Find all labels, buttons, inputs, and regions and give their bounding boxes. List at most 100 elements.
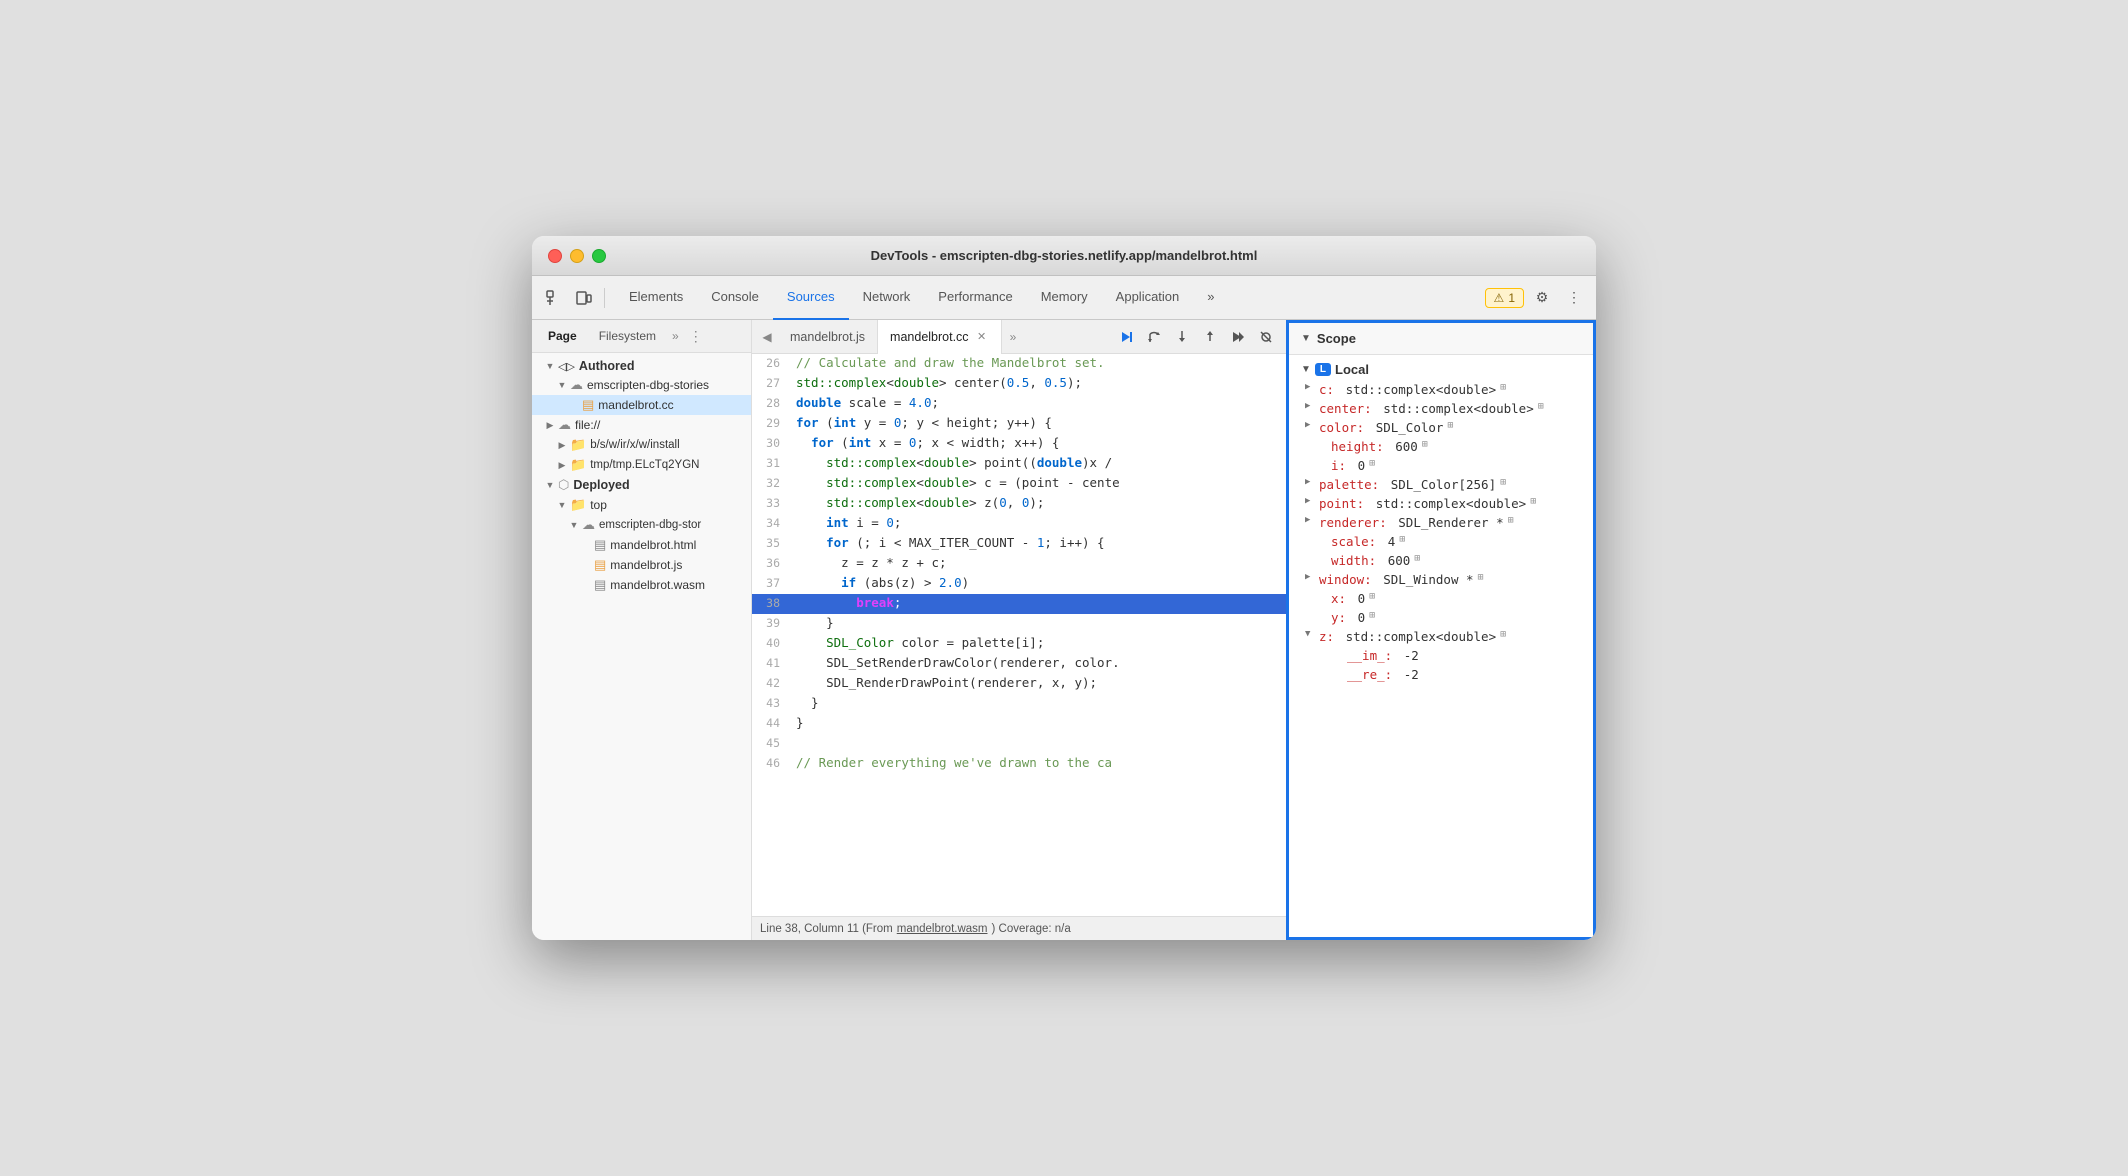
- file-mandelbrot-cc[interactable]: ▤ mandelbrot.cc: [532, 395, 751, 415]
- code-line-41: 41 SDL_SetRenderDrawColor(renderer, colo…: [752, 654, 1286, 674]
- authored-label: Authored: [579, 359, 635, 373]
- step-into-button[interactable]: [1170, 325, 1194, 349]
- code-tab-bar: ◀ mandelbrot.js mandelbrot.cc ✕ »: [752, 320, 1286, 354]
- tab-performance[interactable]: Performance: [924, 276, 1026, 320]
- step-button[interactable]: [1226, 325, 1250, 349]
- scope-item-x[interactable]: x: 0⊞: [1289, 589, 1593, 608]
- scope-item-c[interactable]: ▶ c: std::complex<double>⊞: [1289, 380, 1593, 399]
- wasm-link[interactable]: mandelbrot.wasm: [897, 923, 988, 935]
- code-line-44: 44 }: [752, 714, 1286, 734]
- code-line-26: 26 // Calculate and draw the Mandelbrot …: [752, 354, 1286, 374]
- top-folder-icon: 📁: [570, 497, 586, 513]
- sidebar-tab-filesystem[interactable]: Filesystem: [591, 326, 664, 346]
- folder-b-label: b/s/w/ir/x/w/install: [590, 439, 679, 451]
- sidebar-more-icon[interactable]: »: [672, 329, 679, 343]
- tab-memory[interactable]: Memory: [1027, 276, 1102, 320]
- cc-file-icon: ▤: [582, 397, 594, 413]
- file-html[interactable]: ▤ mandelbrot.html: [532, 535, 751, 555]
- code-line-35: 35 for (; i < MAX_ITER_COUNT - 1; i++) {: [752, 534, 1286, 554]
- device-toolbar-icon[interactable]: [570, 284, 598, 312]
- warning-badge[interactable]: ⚠ 1: [1485, 288, 1524, 308]
- file-protocol-label: file://: [575, 418, 600, 432]
- scope-item-z-re[interactable]: __re_: -2: [1289, 665, 1593, 684]
- code-line-29: 29 for (int y = 0; y < height; y++) {: [752, 414, 1286, 434]
- folder-b[interactable]: ▶ 📁 b/s/w/ir/x/w/install: [532, 435, 751, 455]
- deployed-cloud-icon: ☁: [582, 517, 595, 533]
- authored-section[interactable]: ▼ ◁▷ Authored: [532, 357, 751, 375]
- scope-item-z-im[interactable]: __im_: -2: [1289, 646, 1593, 665]
- step-out-button[interactable]: [1198, 325, 1222, 349]
- main-content: Page Filesystem » ⋮ ▼ ◁▷ Authored ▼ ☁: [532, 320, 1596, 940]
- js-file-icon: ▤: [594, 557, 606, 573]
- tab-console[interactable]: Console: [697, 276, 773, 320]
- scope-item-width[interactable]: width: 600⊞: [1289, 551, 1593, 570]
- deployed-icon: ⬡: [558, 477, 569, 493]
- inspect-element-icon[interactable]: [540, 284, 568, 312]
- scope-item-window[interactable]: ▶ window: SDL_Window *⊞: [1289, 570, 1593, 589]
- scope-header: ▼ Scope: [1289, 323, 1593, 355]
- sidebar-options-icon[interactable]: ⋮: [689, 328, 703, 345]
- code-line-46: 46 // Render everything we've drawn to t…: [752, 754, 1286, 774]
- scope-item-scale[interactable]: scale: 4⊞: [1289, 532, 1593, 551]
- file-sidebar: Page Filesystem » ⋮ ▼ ◁▷ Authored ▼ ☁: [532, 320, 752, 940]
- settings-icon[interactable]: ⚙: [1528, 284, 1556, 312]
- code-line-43: 43 }: [752, 694, 1286, 714]
- tab-elements[interactable]: Elements: [615, 276, 697, 320]
- code-tab-mandelbrotcc[interactable]: mandelbrot.cc ✕: [878, 320, 1002, 354]
- deployed-label: Deployed: [573, 478, 629, 492]
- collapse-sidebar-icon[interactable]: ◀: [756, 326, 778, 348]
- scope-item-point[interactable]: ▶ point: std::complex<double>⊞: [1289, 494, 1593, 513]
- scope-arrow-icon: ▼: [1301, 333, 1311, 344]
- close-tab-icon[interactable]: ✕: [975, 330, 989, 344]
- code-line-36: 36 z = z * z + c;: [752, 554, 1286, 574]
- maximize-button[interactable]: [592, 249, 606, 263]
- code-line-27: 27 std::complex<double> center(0.5, 0.5)…: [752, 374, 1286, 394]
- scope-item-y[interactable]: y: 0⊞: [1289, 608, 1593, 627]
- more-options-icon[interactable]: ⋮: [1560, 284, 1588, 312]
- code-editor: 26 // Calculate and draw the Mandelbrot …: [752, 354, 1286, 916]
- status-bar: Line 38, Column 11 (From mandelbrot.wasm…: [752, 916, 1286, 940]
- top-folder[interactable]: ▼ 📁 top: [532, 495, 751, 515]
- scope-item-renderer[interactable]: ▶ renderer: SDL_Renderer *⊞: [1289, 513, 1593, 532]
- local-badge: L: [1315, 363, 1331, 376]
- scope-item-z[interactable]: ▼ z: std::complex<double>⊞: [1289, 627, 1593, 646]
- code-line-30: 30 for (int x = 0; x < width; x++) {: [752, 434, 1286, 454]
- sidebar-tab-page[interactable]: Page: [540, 326, 585, 346]
- scope-item-i[interactable]: i: 0⊞: [1289, 456, 1593, 475]
- code-line-31: 31 std::complex<double> point((double)x …: [752, 454, 1286, 474]
- devtools-toolbar: Elements Console Sources Network Perform…: [532, 276, 1596, 320]
- code-line-45: 45: [752, 734, 1286, 754]
- deactivate-breakpoints-icon[interactable]: [1254, 325, 1278, 349]
- minimize-button[interactable]: [570, 249, 584, 263]
- tab-sources[interactable]: Sources: [773, 276, 849, 320]
- scope-item-height[interactable]: height: 600⊞: [1289, 437, 1593, 456]
- folder-tmp-icon: 📁: [570, 457, 586, 473]
- resume-button[interactable]: [1114, 325, 1138, 349]
- cloud-emscripten[interactable]: ▼ ☁ emscripten-dbg-stories: [532, 375, 751, 395]
- tab-more[interactable]: »: [1193, 276, 1228, 320]
- cloud-emscripten-label: emscripten-dbg-stories: [587, 378, 709, 392]
- scope-item-center[interactable]: ▶ center: std::complex<double>⊞: [1289, 399, 1593, 418]
- code-line-33: 33 std::complex<double> z(0, 0);: [752, 494, 1286, 514]
- step-over-button[interactable]: [1142, 325, 1166, 349]
- titlebar: DevTools - emscripten-dbg-stories.netlif…: [532, 236, 1596, 276]
- scope-item-color[interactable]: ▶ color: SDL_Color⊞: [1289, 418, 1593, 437]
- debug-toolbar: [1114, 325, 1282, 349]
- scope-item-palette[interactable]: ▶ palette: SDL_Color[256]⊞: [1289, 475, 1593, 494]
- file-protocol-section[interactable]: ▶ ☁ file://: [532, 415, 751, 435]
- file-protocol-icon: ☁: [558, 417, 571, 433]
- folder-tmp[interactable]: ▶ 📁 tmp/tmp.ELcTq2YGN: [532, 455, 751, 475]
- tab-network[interactable]: Network: [849, 276, 925, 320]
- main-tabs: Elements Console Sources Network Perform…: [615, 276, 1483, 320]
- close-button[interactable]: [548, 249, 562, 263]
- scope-local-section[interactable]: ▼ L Local: [1289, 359, 1593, 380]
- code-tab-mandelbrotjs[interactable]: mandelbrot.js: [778, 320, 878, 354]
- folder-tmp-label: tmp/tmp.ELcTq2YGN: [590, 459, 699, 471]
- file-js[interactable]: ▤ mandelbrot.js: [532, 555, 751, 575]
- devtools-window: DevTools - emscripten-dbg-stories.netlif…: [532, 236, 1596, 940]
- more-tabs-icon[interactable]: »: [1002, 330, 1025, 344]
- deployed-cloud[interactable]: ▼ ☁ emscripten-dbg-stor: [532, 515, 751, 535]
- deployed-section[interactable]: ▼ ⬡ Deployed: [532, 475, 751, 495]
- file-wasm[interactable]: ▤ mandelbrot.wasm: [532, 575, 751, 595]
- tab-application[interactable]: Application: [1102, 276, 1194, 320]
